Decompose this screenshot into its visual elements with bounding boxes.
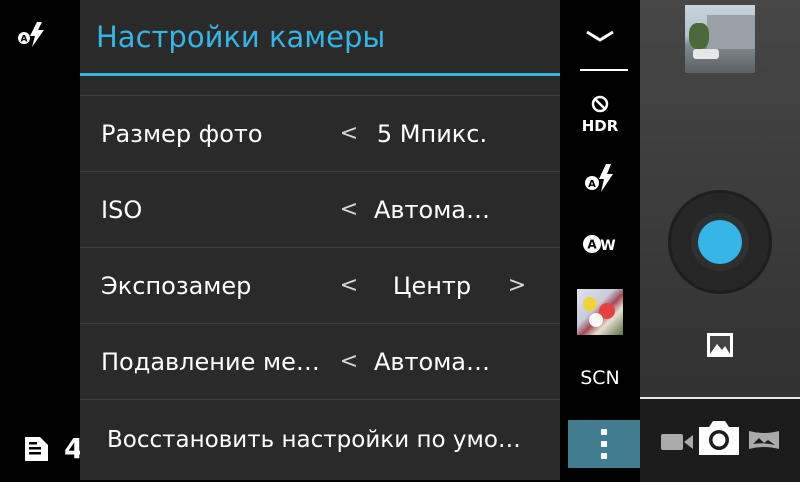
shutter-ring [668,190,772,294]
mode-selector [640,397,800,482]
video-icon[interactable] [660,431,694,453]
chevron-down-icon [586,30,614,42]
setting-row-iso[interactable]: ISO < Автома… [80,172,560,248]
svg-text:A: A [21,35,28,45]
settings-title: Настройки камеры [96,20,386,54]
sd-card-icon [25,437,48,461]
setting-row-noise-reduction[interactable]: Подавление ме… < Автома… [80,324,560,400]
setting-row-metering[interactable]: Экспозамер < Центр > [80,248,560,324]
setting-value: 5 Мпикс. [376,120,488,148]
title-underline [80,73,560,76]
setting-value: Автома… [373,196,491,224]
strip-separator [580,69,628,71]
prev-value-button[interactable]: < [339,96,359,172]
restore-defaults-label: Восстановить настройки по умо… [107,427,521,453]
flash-auto-icon: A [585,164,613,192]
setting-row-photo-size[interactable]: Размер фото < 5 Мпикс. [80,96,560,172]
gallery-button[interactable] [706,332,734,362]
prev-value-button[interactable]: < [339,172,359,248]
svg-text:W: W [600,238,615,254]
panorama-icon[interactable] [748,429,780,451]
flash-button[interactable]: A [560,160,640,196]
setting-value: Автома… [373,348,491,376]
hdr-off-icon: HDR [582,95,619,135]
setting-label: Экспозамер [101,272,252,300]
flash-auto-icon: A [16,20,50,48]
prev-value-button[interactable]: < [339,324,359,400]
last-photo-thumbnail[interactable] [685,5,755,73]
setting-value: Центр [392,272,472,300]
white-balance-auto-icon: A W [583,235,616,254]
setting-label: Подавление ме… [101,348,320,376]
svg-text:A: A [587,238,597,252]
shutter-button[interactable] [698,220,742,264]
quick-settings-strip: HDR A A W SCN [560,0,640,480]
camera-controls-panel [640,0,800,482]
image-icon [707,333,733,357]
color-effect-thumbnail [577,289,623,335]
color-effect-button[interactable] [560,288,640,336]
hdr-label: HDR [582,117,619,135]
camera-icon[interactable] [695,417,743,457]
restore-defaults-button[interactable]: Восстановить настройки по умо… [80,400,560,480]
more-settings-button[interactable] [568,420,640,468]
collapse-button[interactable] [560,18,640,54]
scene-mode-button[interactable]: SCN [560,362,640,394]
next-value-button[interactable]: > [507,248,527,324]
more-vert-icon [601,429,607,459]
svg-text:A: A [588,179,596,190]
white-balance-button[interactable]: A W [560,228,640,260]
setting-label: Размер фото [101,120,263,148]
hdr-button[interactable]: HDR [560,92,640,136]
camera-settings-panel: Настройки камеры Размер фото < 5 Мпикс. … [80,0,560,480]
setting-label: ISO [101,196,143,224]
viewfinder-left: A 455 4 [0,0,142,480]
scene-mode-label: SCN [580,367,620,389]
prev-value-button[interactable]: < [339,248,359,324]
